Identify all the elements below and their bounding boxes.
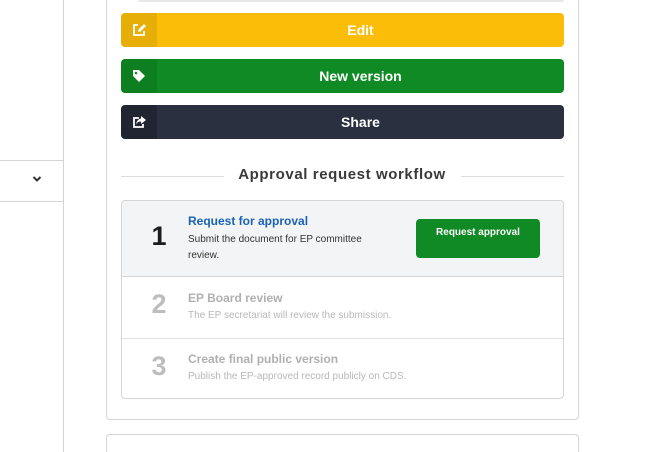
edit-button[interactable]: Edit bbox=[121, 13, 564, 47]
workflow-steps: 1 Request for approval Submit the docume… bbox=[121, 200, 564, 399]
share-button-label: Share bbox=[341, 114, 380, 130]
tag-icon bbox=[121, 59, 157, 93]
divider-left bbox=[121, 176, 224, 177]
new-version-button-label: New version bbox=[319, 68, 402, 84]
share-icon bbox=[121, 105, 157, 139]
divider-right bbox=[461, 176, 564, 177]
step-title: Request for approval bbox=[188, 214, 309, 228]
step-number: 2 bbox=[151, 289, 167, 319]
step-description: Submit the document for EP committee rev… bbox=[188, 234, 362, 261]
step-title: EP Board review bbox=[188, 291, 283, 305]
secondary-card bbox=[106, 434, 579, 452]
workflow-title: Approval request workflow bbox=[238, 166, 446, 183]
left-panel bbox=[0, 0, 64, 452]
previous-button-edge bbox=[138, 0, 564, 2]
step-number: 1 bbox=[151, 221, 167, 251]
new-version-button[interactable]: New version bbox=[121, 59, 564, 93]
step-description: Publish the EP-approved record publicly … bbox=[188, 371, 407, 382]
step-number: 3 bbox=[151, 351, 167, 381]
workflow-step-3: 3 Create final public version Publish th… bbox=[122, 339, 563, 398]
share-button[interactable]: Share bbox=[121, 105, 564, 139]
edit-icon bbox=[121, 13, 157, 47]
left-dropdown[interactable] bbox=[0, 160, 64, 202]
edit-button-label: Edit bbox=[347, 22, 374, 38]
workflow-step-1: 1 Request for approval Submit the docume… bbox=[122, 201, 563, 277]
step-description: The EP secretariat will review the submi… bbox=[188, 310, 392, 321]
request-approval-button[interactable]: Request approval bbox=[416, 219, 540, 258]
step-title: Create final public version bbox=[188, 352, 339, 366]
workflow-step-2: 2 EP Board review The EP secretariat wil… bbox=[122, 277, 563, 339]
chevron-down-icon bbox=[32, 176, 42, 182]
